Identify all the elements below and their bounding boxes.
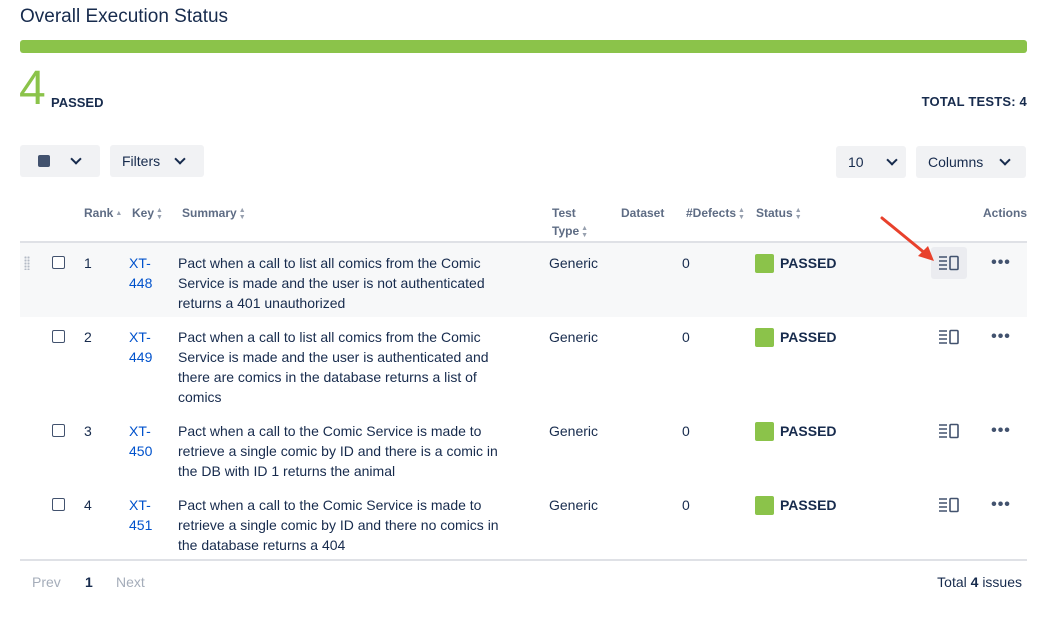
row-test-type: Generic xyxy=(549,255,599,271)
passed-label: PASSED xyxy=(51,95,104,110)
row-defects: 0 xyxy=(682,497,690,513)
details-panel-icon xyxy=(939,423,959,439)
filters-label: Filters xyxy=(122,153,161,169)
column-header-actions: Actions xyxy=(983,206,1028,220)
column-header-rank[interactable]: Rank ▲ xyxy=(84,204,122,222)
details-panel-icon xyxy=(939,329,959,345)
column-header-summary[interactable]: Summary ▲ ▼ xyxy=(182,204,246,222)
status-color-swatch xyxy=(755,254,774,273)
row-status: PASSED xyxy=(780,329,837,345)
row-checkbox[interactable] xyxy=(52,256,65,269)
sort-asc-icon: ▲ xyxy=(115,210,123,218)
status-color-swatch xyxy=(755,328,774,347)
sort-icon: ▲ ▼ xyxy=(794,206,802,221)
drag-handle-icon[interactable] xyxy=(24,256,30,270)
row-summary: Pact when a call to list all comics from… xyxy=(178,255,485,311)
filters-button[interactable]: Filters xyxy=(110,145,204,177)
row-status: PASSED xyxy=(780,423,837,439)
column-header-test-type[interactable]: Test Type ▲ ▼ xyxy=(552,204,588,240)
table-row: 1 XT- 448 Pact when a call to list all co… xyxy=(20,243,1027,317)
checkbox-square-icon xyxy=(38,155,50,167)
row-rank: 3 xyxy=(84,423,92,439)
total-issues: Total 4 issues xyxy=(937,574,1022,590)
sort-icon: ▲ ▼ xyxy=(238,206,246,221)
row-checkbox[interactable] xyxy=(52,498,65,511)
status-color-swatch xyxy=(755,496,774,515)
row-key-link[interactable]: XT- 451 xyxy=(129,495,152,535)
chevron-down-icon xyxy=(885,154,898,166)
row-summary: Pact when a call to the Comic Service is… xyxy=(178,497,499,553)
row-defects: 0 xyxy=(682,329,690,345)
chevron-down-icon xyxy=(999,154,1011,166)
execution-progress-bar xyxy=(20,40,1027,53)
row-status: PASSED xyxy=(780,255,837,271)
more-actions-icon[interactable]: ••• xyxy=(989,495,1013,515)
execution-details-button[interactable] xyxy=(931,489,967,521)
column-header-key[interactable]: Key ▲ ▼ xyxy=(132,204,163,222)
pagination-next[interactable]: Next xyxy=(116,574,145,590)
row-rank: 1 xyxy=(84,255,92,271)
table-row: 2 XT- 449 Pact when a call to list all co… xyxy=(20,317,1027,411)
row-defects: 0 xyxy=(682,423,690,439)
columns-label: Columns xyxy=(928,154,984,170)
row-key-link[interactable]: XT- 450 xyxy=(129,421,152,461)
row-checkbox[interactable] xyxy=(52,330,65,343)
pagination-prev[interactable]: Prev xyxy=(32,574,61,590)
details-panel-icon xyxy=(939,497,959,513)
passed-count: 4 xyxy=(19,62,46,115)
row-test-type: Generic xyxy=(549,423,599,439)
sort-icon: ▲ ▼ xyxy=(581,224,589,239)
execution-details-button[interactable] xyxy=(931,321,967,353)
row-key-link[interactable]: XT- 449 xyxy=(129,327,152,367)
row-rank: 4 xyxy=(84,497,92,513)
pagination-current-page[interactable]: 1 xyxy=(85,574,93,590)
row-test-type: Generic xyxy=(549,497,599,513)
sort-icon: ▲ ▼ xyxy=(738,206,745,221)
chevron-down-icon xyxy=(70,153,82,165)
execution-details-button[interactable] xyxy=(931,415,967,447)
row-test-type: Generic xyxy=(549,329,599,345)
row-status: PASSED xyxy=(780,497,837,513)
annotation-arrow-icon xyxy=(880,216,934,261)
column-header-dataset[interactable]: Dataset xyxy=(621,204,664,222)
bulk-select-button[interactable] xyxy=(20,145,100,177)
status-color-swatch xyxy=(755,422,774,441)
page-size-select[interactable]: 10 xyxy=(836,146,906,178)
total-tests: TOTAL TESTS: 4 xyxy=(921,94,1027,109)
more-actions-icon[interactable]: ••• xyxy=(989,253,1013,273)
table-row: 3 XT- 450 Pact when a call to the Comic S… xyxy=(20,411,1027,485)
page-title: Overall Execution Status xyxy=(20,6,229,27)
table-bottom-divider xyxy=(20,559,1027,561)
column-header-status[interactable]: Status ▲ ▼ xyxy=(756,204,802,222)
columns-button[interactable]: Columns xyxy=(916,146,1026,178)
more-actions-icon[interactable]: ••• xyxy=(989,421,1013,441)
row-key-link[interactable]: XT- 448 xyxy=(129,253,152,293)
page-size-value: 10 xyxy=(848,154,864,170)
sort-icon: ▲ ▼ xyxy=(156,206,163,221)
row-checkbox[interactable] xyxy=(52,424,65,437)
row-rank: 2 xyxy=(84,329,92,345)
row-summary: Pact when a call to list all comics from… xyxy=(178,329,489,405)
chevron-down-icon xyxy=(174,153,186,165)
more-actions-icon[interactable]: ••• xyxy=(989,327,1013,347)
column-header-defects[interactable]: #Defects ▲ ▼ xyxy=(686,204,745,222)
row-summary: Pact when a call to the Comic Service is… xyxy=(178,423,498,479)
row-defects: 0 xyxy=(682,255,690,271)
table-row: 4 XT- 451 Pact when a call to the Comic S… xyxy=(20,485,1027,559)
